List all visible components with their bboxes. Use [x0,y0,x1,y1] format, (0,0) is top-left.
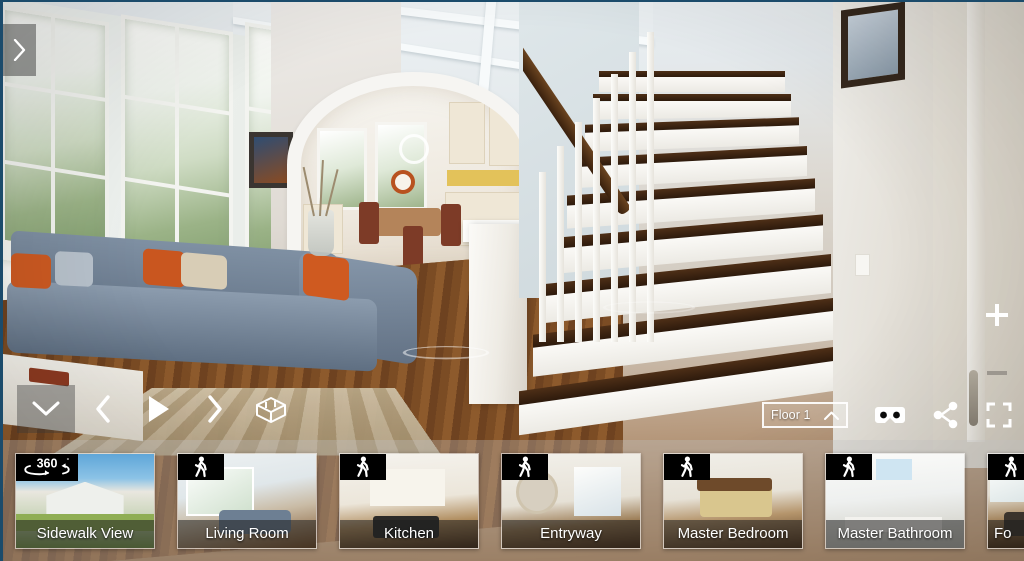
stair-railing [523,12,673,342]
viewer-toolbar[interactable]: Floor 1 [762,401,1012,429]
walking-person-icon [518,456,531,477]
thumbnail-sidewalk-view[interactable]: 360 ° Sidewalk View [15,452,155,549]
playback-controls[interactable] [17,385,299,433]
walking-person-icon [356,456,369,477]
thumbnail-kitchen[interactable]: Kitchen [339,452,479,549]
thumbnail-fo[interactable]: Fo [987,452,1024,549]
vr-goggles-icon [875,407,905,423]
thumbnail-label: Sidewalk View [16,519,154,548]
chevron-left-icon [96,395,110,423]
fullscreen-icon [986,402,1012,428]
thumbnail-label: Master Bedroom [664,519,802,548]
thumbnail-label: Entryway [502,519,640,548]
zoom-in-button[interactable] [980,298,1014,332]
scene-thumbnail-strip[interactable]: 360 ° Sidewalk View Living Room Kitchen Entry… [3,440,1024,561]
thumbnail-master-bedroom[interactable]: Master Bedroom [663,452,803,549]
walkthrough-badge [664,453,710,480]
thumbnail-label: Fo [988,519,1024,548]
floor-selector[interactable]: Floor 1 [762,402,848,428]
collapse-panel-button[interactable] [17,385,75,433]
walking-person-icon [680,456,693,477]
pendant-light [399,134,429,164]
share-icon [933,401,958,429]
chevron-up-icon [824,411,839,420]
thumbnail-label: Kitchen [340,519,478,548]
walkthrough-badge [178,453,224,480]
previous-scene-button[interactable] [75,385,131,433]
minus-icon [987,371,1007,375]
dollhouse-view-button[interactable] [243,385,299,433]
walking-person-icon [194,456,207,477]
walkthrough-badge [826,453,872,480]
svg-text:360: 360 [37,457,58,471]
svg-text:°: ° [67,457,70,465]
zoom-controls[interactable] [980,298,1014,390]
light-switch [855,254,870,276]
walking-person-icon [1004,456,1017,477]
thumbnail-label: Master Bathroom [826,519,964,548]
share-button[interactable] [932,401,960,429]
chevron-right-icon [208,395,222,423]
zoom-out-button[interactable] [980,356,1014,390]
decorative-vase [308,210,334,256]
virtual-tour-viewer[interactable]: Floor 1 360 ° Sidewalk View Living Room … [0,0,1024,561]
walkthrough-badge [502,453,548,480]
wall-clock [391,170,415,194]
walkthrough-badge [988,453,1024,480]
panorama-360-badge: 360 ° [16,453,78,481]
thumbnail-label: Living Room [178,519,316,548]
thumbnail-entryway[interactable]: Entryway [501,452,641,549]
dollhouse-view-icon [256,397,286,423]
plus-icon [986,304,1008,326]
expand-panel-tab[interactable] [3,24,36,76]
panorama-360-icon: 360 ° [24,457,70,476]
vr-mode-button[interactable] [874,404,906,426]
thumbnail-master-bathroom[interactable]: Master Bathroom [825,452,965,549]
framed-artwork-upper [841,2,905,89]
chevron-right-icon [13,39,26,61]
walkthrough-badge [340,453,386,480]
play-icon [149,396,169,422]
thumbnail-living-room[interactable]: Living Room [177,452,317,549]
chevron-down-icon [32,401,60,416]
floor-selector-value: Floor 1 [771,408,811,422]
play-tour-button[interactable] [131,385,187,433]
walking-person-icon [842,456,855,477]
fullscreen-button[interactable] [986,402,1012,428]
next-scene-button[interactable] [187,385,243,433]
